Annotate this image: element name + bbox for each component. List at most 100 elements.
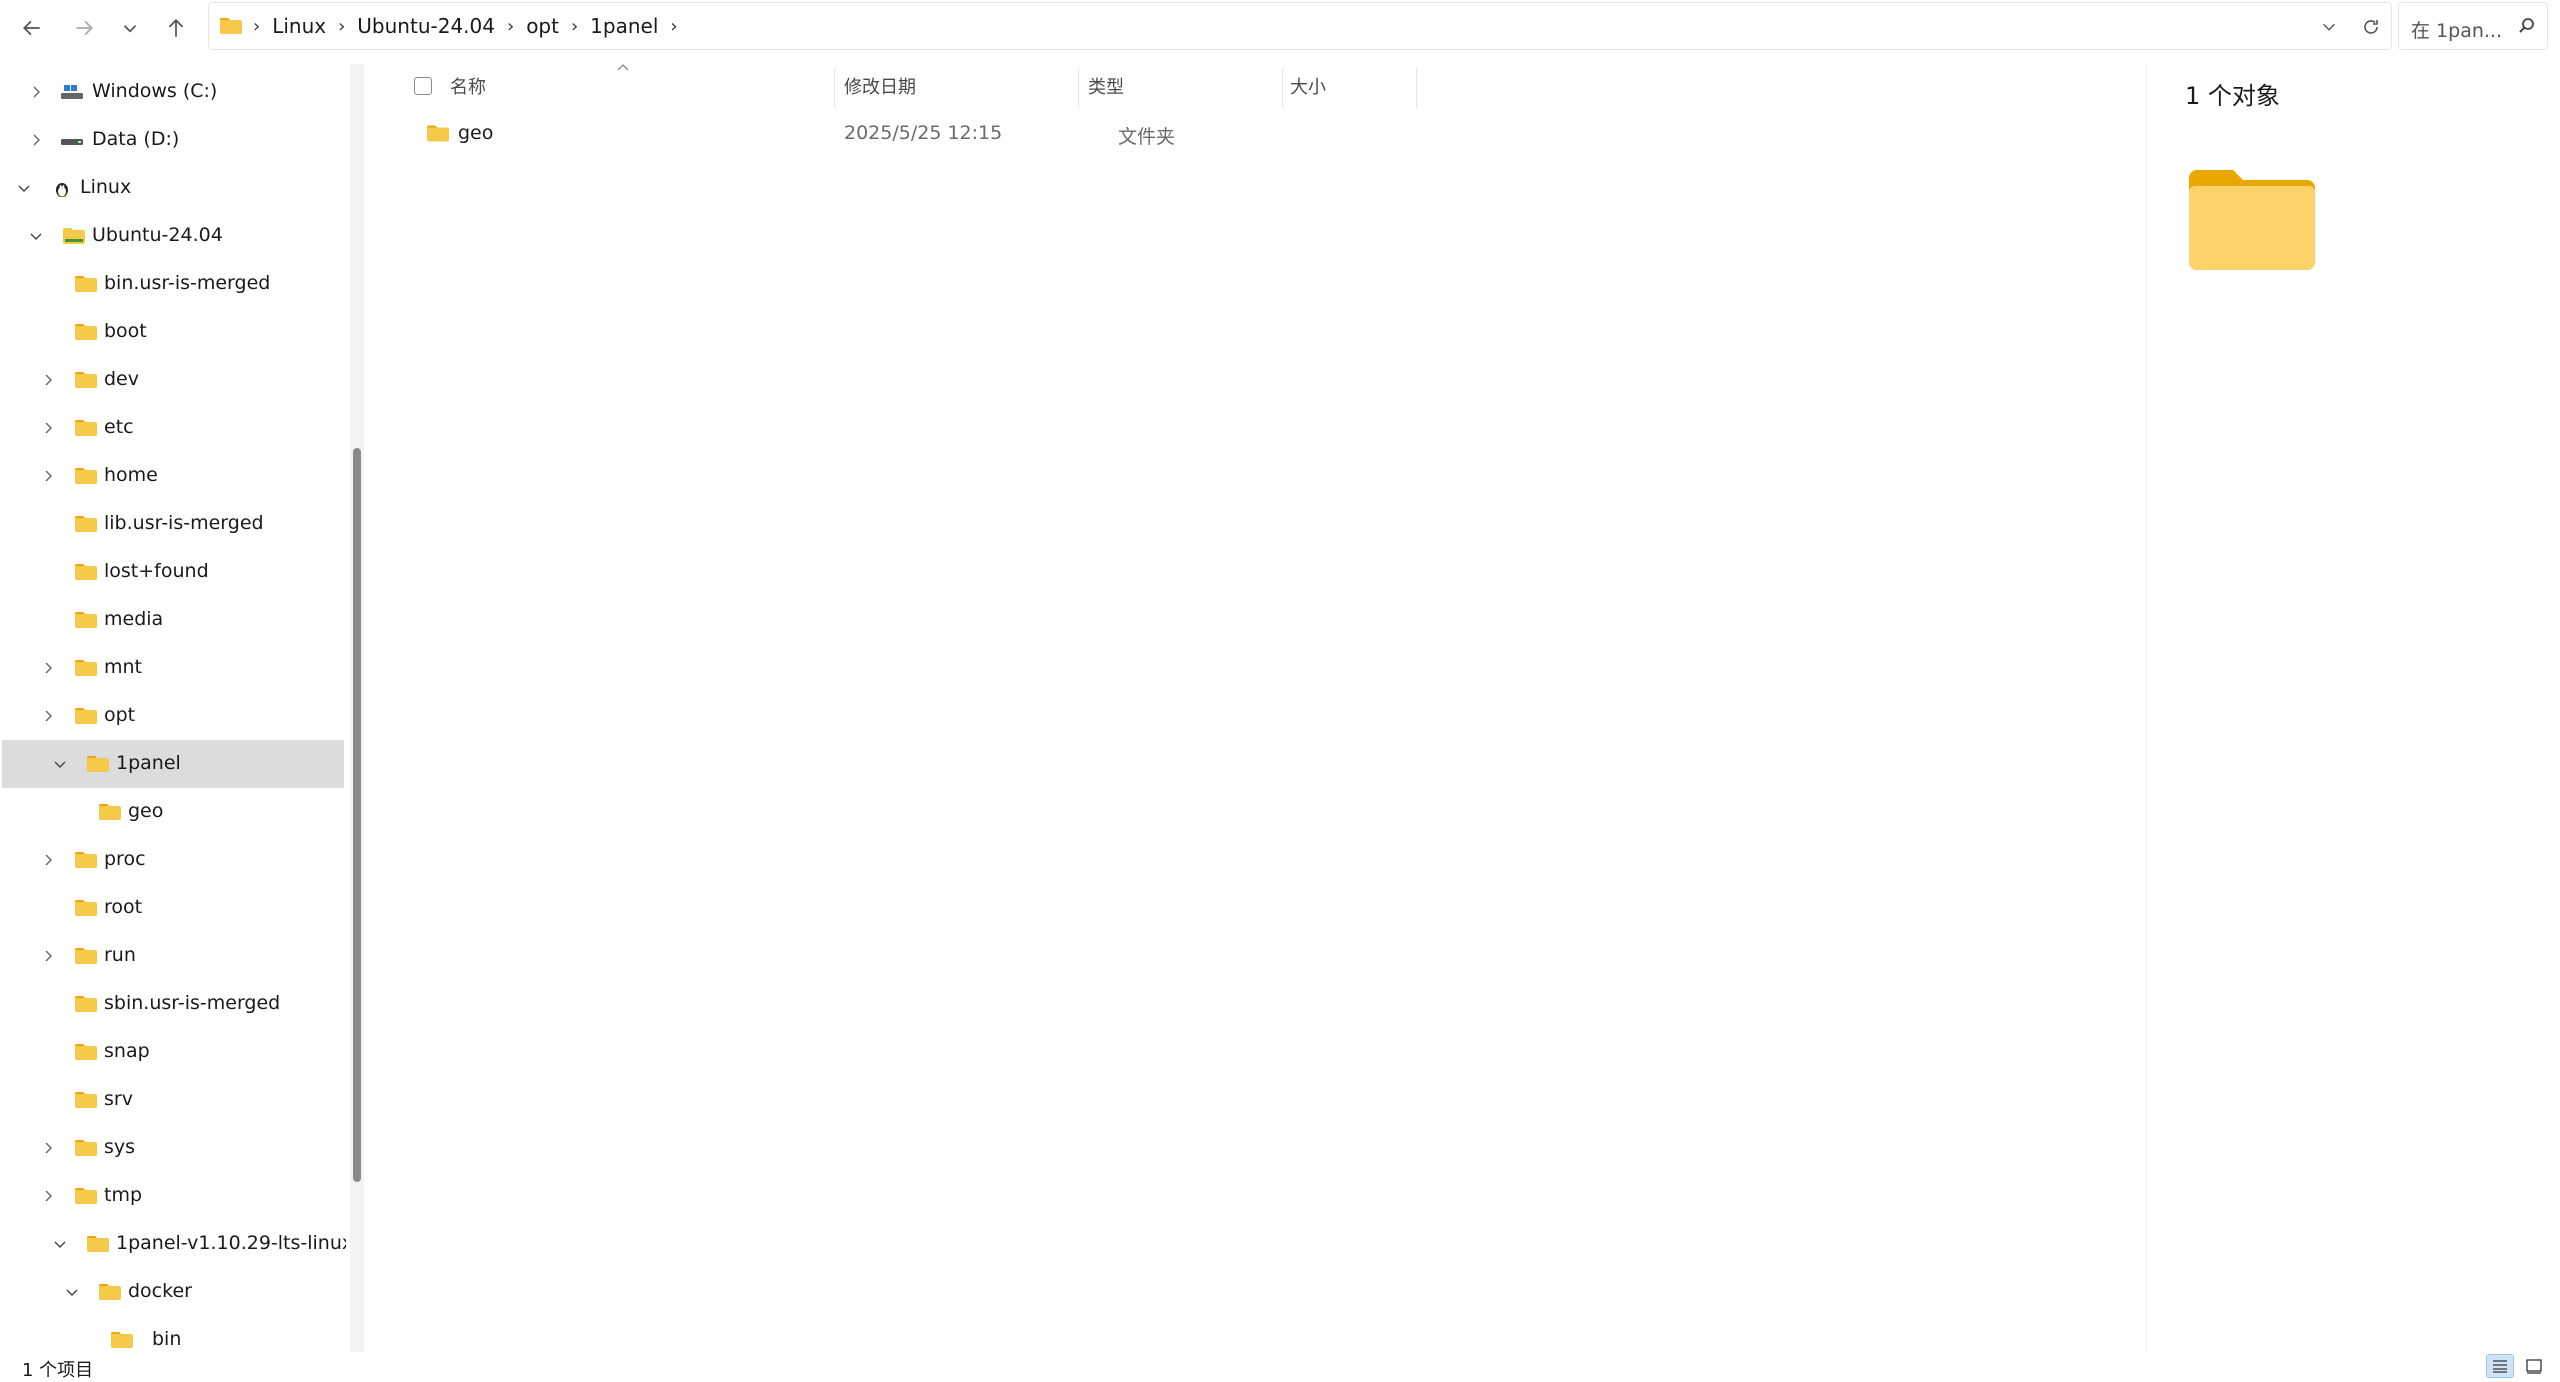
sidebar-item-boot[interactable]: boot [2, 308, 344, 356]
column-divider[interactable] [1416, 68, 1417, 108]
breadcrumb-separator[interactable]: › [332, 16, 351, 37]
chevron-right-icon[interactable] [38, 946, 58, 966]
sidebar-item-tmp[interactable]: tmp [2, 1172, 344, 1220]
folder-icon [87, 1236, 109, 1252]
scrollbar-thumb[interactable] [353, 448, 361, 1182]
folder-icon [75, 996, 97, 1012]
navigation-pane: Windows (C:) Data (D:) Linux Ubuntu-24.04 bi… [0, 64, 346, 1352]
select-all-checkbox[interactable] [414, 77, 432, 95]
folder-icon [99, 1284, 121, 1300]
distro-folder-icon [63, 228, 85, 244]
breadcrumb-1panel[interactable]: 1panel [584, 14, 664, 38]
chevron-down-icon[interactable] [26, 226, 46, 246]
file-name: geo [458, 122, 494, 144]
folder-icon [75, 420, 97, 436]
chevron-right-icon[interactable] [38, 1138, 58, 1158]
search-input[interactable]: 在 1pan... [2398, 2, 2548, 50]
sidebar-item-label: snap [104, 1040, 150, 1062]
navigation-scrollbar[interactable] [350, 64, 364, 1352]
sidebar-item-dev[interactable]: dev [2, 356, 344, 404]
breadcrumb-separator[interactable]: › [501, 16, 520, 37]
folder-icon [427, 125, 449, 142]
large-icons-view-button[interactable] [2520, 1354, 2548, 1378]
breadcrumb-ubuntu[interactable]: Ubuntu-24.04 [351, 14, 501, 38]
sort-ascending-icon [617, 64, 629, 71]
recent-locations-button[interactable] [108, 6, 152, 50]
sidebar-item-windows-c[interactable]: Windows (C:) [2, 68, 344, 116]
refresh-button[interactable] [2357, 13, 2385, 41]
sidebar-item-etc[interactable]: etc [2, 404, 344, 452]
column-divider[interactable] [1078, 68, 1079, 108]
search-icon [2519, 18, 2534, 33]
sidebar-item-lost-found[interactable]: lost+found [2, 548, 344, 596]
folder-icon [75, 708, 97, 724]
sidebar-item-label: run [104, 944, 136, 966]
arrow-left-icon [23, 20, 40, 36]
chevron-down-icon[interactable] [14, 178, 34, 198]
chevron-right-icon[interactable] [26, 82, 46, 102]
column-divider[interactable] [1282, 68, 1283, 108]
sidebar-item-label: opt [104, 704, 136, 726]
chevron-right-icon[interactable] [38, 706, 58, 726]
sidebar-item-geo[interactable]: geo [2, 788, 344, 836]
sidebar-item-docker[interactable]: docker [2, 1268, 344, 1316]
status-bar: 1 个项目 [0, 1352, 2560, 1381]
sidebar-item-lib-usr-is-merged[interactable]: lib.usr-is-merged [2, 500, 344, 548]
chevron-right-icon[interactable] [38, 1186, 58, 1206]
breadcrumb-separator[interactable]: › [664, 16, 683, 37]
details-view-button[interactable] [2486, 1354, 2514, 1378]
chevron-right-icon[interactable] [38, 850, 58, 870]
breadcrumb-separator[interactable]: › [565, 16, 584, 37]
sidebar-item-srv[interactable]: srv [2, 1076, 344, 1124]
breadcrumb-linux[interactable]: Linux [266, 14, 332, 38]
sidebar-item-bin[interactable]: bin [2, 1316, 344, 1352]
column-header-type[interactable]: 类型 [1088, 64, 1124, 108]
sidebar-item-bin-usr-is-merged[interactable]: bin.usr-is-merged [2, 260, 344, 308]
sidebar-item-label: bin.usr-is-merged [104, 272, 271, 294]
column-header-size[interactable]: 大小 [1290, 64, 1326, 108]
refresh-icon [2364, 20, 2378, 34]
drive-icon [61, 139, 83, 145]
address-bar[interactable]: › Linux › Ubuntu-24.04 › opt › 1panel › [208, 2, 2392, 50]
sidebar-item-ubuntu-24-04[interactable]: Ubuntu-24.04 [2, 212, 344, 260]
sidebar-item-snap[interactable]: snap [2, 1028, 344, 1076]
column-header-modified[interactable]: 修改日期 [844, 64, 916, 108]
folder-icon [99, 804, 121, 820]
chevron-down-icon[interactable] [50, 754, 70, 774]
sidebar-item-sys[interactable]: sys [2, 1124, 344, 1172]
sidebar-item-label: media [104, 608, 164, 630]
sidebar-item-media[interactable]: media [2, 596, 344, 644]
sidebar-item-home[interactable]: home [2, 452, 344, 500]
arrow-right-icon [76, 20, 93, 36]
sidebar-item-data-d[interactable]: Data (D:) [2, 116, 344, 164]
sidebar-item-opt[interactable]: opt [2, 692, 344, 740]
chevron-right-icon[interactable] [26, 130, 46, 150]
chevron-down-icon[interactable] [50, 1234, 70, 1254]
sidebar-item-1panel-v1-10-29-lts-linux-a[interactable]: 1panel-v1.10.29-lts-linux-a [2, 1220, 346, 1268]
sidebar-item-proc[interactable]: proc [2, 836, 344, 884]
breadcrumb-opt[interactable]: opt [520, 14, 565, 38]
sidebar-item-run[interactable]: run [2, 932, 344, 980]
sidebar-item-1panel[interactable]: 1panel [2, 740, 344, 788]
sidebar-item-root[interactable]: root [2, 884, 344, 932]
up-button[interactable] [154, 6, 198, 50]
sidebar-item-label: 1panel-v1.10.29-lts-linux-a [116, 1232, 346, 1254]
chevron-down-icon[interactable] [62, 1282, 82, 1302]
back-button[interactable] [10, 6, 54, 50]
sidebar-item-label: Data (D:) [92, 128, 180, 150]
column-header-name[interactable]: 名称 [450, 64, 486, 108]
breadcrumb-separator[interactable]: › [247, 16, 266, 37]
address-history-button[interactable] [2315, 13, 2343, 41]
folder-icon [75, 948, 97, 964]
chevron-right-icon[interactable] [38, 370, 58, 390]
forward-button[interactable] [62, 6, 106, 50]
drive-windows-icon [61, 85, 83, 99]
sidebar-item-linux[interactable]: Linux [2, 164, 344, 212]
chevron-right-icon[interactable] [38, 466, 58, 486]
list-item[interactable]: geo 2025/5/25 12:15 文件夹 [402, 116, 2142, 150]
sidebar-item-mnt[interactable]: mnt [2, 644, 344, 692]
column-divider[interactable] [834, 68, 835, 108]
chevron-right-icon[interactable] [38, 418, 58, 438]
chevron-right-icon[interactable] [38, 658, 58, 678]
sidebar-item-sbin-usr-is-merged[interactable]: sbin.usr-is-merged [2, 980, 344, 1028]
